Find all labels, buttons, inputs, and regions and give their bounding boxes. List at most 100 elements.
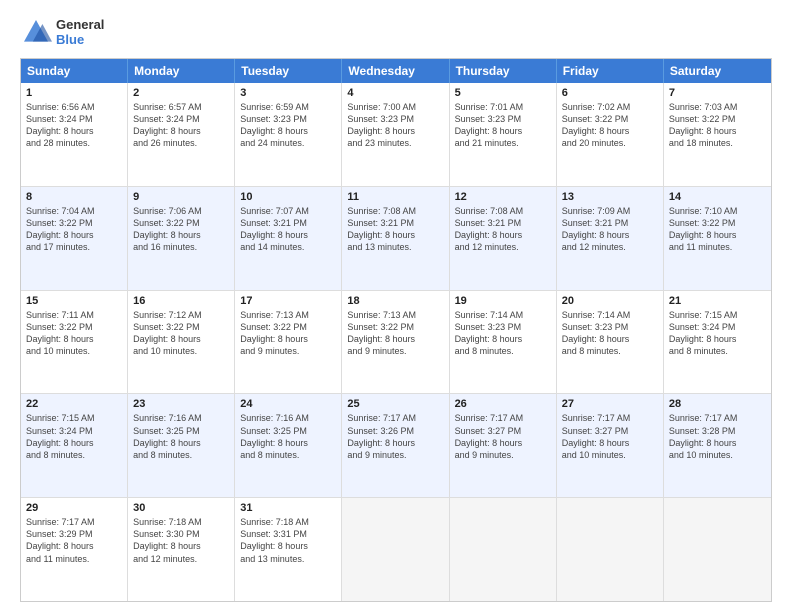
empty-cell [450,498,557,601]
cell-line: Sunset: 3:31 PM [240,528,336,540]
cell-line: and 9 minutes. [347,449,443,461]
cell-line: Sunrise: 7:17 AM [455,412,551,424]
cell-line: Sunrise: 7:11 AM [26,309,122,321]
cell-line: Daylight: 8 hours [133,333,229,345]
day-cell-13: 13Sunrise: 7:09 AMSunset: 3:21 PMDayligh… [557,187,664,290]
day-cell-19: 19Sunrise: 7:14 AMSunset: 3:23 PMDayligh… [450,291,557,394]
logo: General Blue [20,16,104,48]
header-day-friday: Friday [557,59,664,83]
cell-line: Sunset: 3:22 PM [133,321,229,333]
cell-line: Sunset: 3:25 PM [133,425,229,437]
cell-line: Daylight: 8 hours [26,540,122,552]
cell-line: Daylight: 8 hours [562,125,658,137]
calendar-row-1: 1Sunrise: 6:56 AMSunset: 3:24 PMDaylight… [21,83,771,187]
cell-line: Sunset: 3:27 PM [562,425,658,437]
cell-line: Sunrise: 7:17 AM [562,412,658,424]
day-number: 2 [133,87,229,99]
cell-line: Daylight: 8 hours [133,540,229,552]
day-cell-16: 16Sunrise: 7:12 AMSunset: 3:22 PMDayligh… [128,291,235,394]
calendar-row-2: 8Sunrise: 7:04 AMSunset: 3:22 PMDaylight… [21,187,771,291]
day-number: 4 [347,87,443,99]
cell-line: Sunset: 3:27 PM [455,425,551,437]
cell-line: Daylight: 8 hours [240,540,336,552]
cell-line: Sunset: 3:21 PM [455,217,551,229]
cell-line: Sunrise: 7:16 AM [240,412,336,424]
calendar-body: 1Sunrise: 6:56 AMSunset: 3:24 PMDaylight… [21,83,771,601]
cell-line: Sunrise: 7:16 AM [133,412,229,424]
day-cell-27: 27 Sunrise: 7:17 AMSunset: 3:27 PMDayligh… [557,394,664,497]
cell-line: and 17 minutes. [26,241,122,253]
cell-line: Daylight: 8 hours [26,437,122,449]
cell-line: Sunset: 3:24 PM [26,425,122,437]
header-day-thursday: Thursday [450,59,557,83]
cell-line: Sunrise: 7:13 AM [240,309,336,321]
cell-line: Daylight: 8 hours [26,333,122,345]
day-cell-21: 21Sunrise: 7:15 AMSunset: 3:24 PMDayligh… [664,291,771,394]
day-number: 8 [26,191,122,203]
day-number: 30 [133,502,229,514]
cell-line: Sunrise: 7:07 AM [240,205,336,217]
cell-line: Sunset: 3:30 PM [133,528,229,540]
page: General Blue SundayMondayTuesdayWednesda… [0,0,792,612]
cell-line: Daylight: 8 hours [669,333,766,345]
cell-line: and 10 minutes. [133,345,229,357]
cell-line: Sunrise: 7:04 AM [26,205,122,217]
cell-line: Daylight: 8 hours [455,125,551,137]
day-cell-18: 18Sunrise: 7:13 AMSunset: 3:22 PMDayligh… [342,291,449,394]
cell-line: Sunset: 3:21 PM [240,217,336,229]
day-number: 1 [26,87,122,99]
day-cell-23: 23Sunrise: 7:16 AMSunset: 3:25 PMDayligh… [128,394,235,497]
day-cell-30: 30 Sunrise: 7:18 AMSunset: 3:30 PMDayligh… [128,498,235,601]
cell-line: Daylight: 8 hours [562,333,658,345]
day-cell-31: 31Sunrise: 7:18 AMSunset: 3:31 PMDayligh… [235,498,342,601]
cell-line: Sunset: 3:22 PM [347,321,443,333]
cell-line: and 11 minutes. [669,241,766,253]
day-cell-7: 7Sunrise: 7:03 AMSunset: 3:22 PMDaylight… [664,83,771,186]
cell-line: Daylight: 8 hours [347,229,443,241]
cell-line: Sunrise: 7:01 AM [455,101,551,113]
day-number: 20 [562,295,658,307]
cell-line: Sunset: 3:23 PM [455,321,551,333]
cell-line: Sunset: 3:26 PM [347,425,443,437]
day-number: 24 [240,398,336,410]
day-cell-20: 20Sunrise: 7:14 AMSunset: 3:23 PMDayligh… [557,291,664,394]
day-number: 31 [240,502,336,514]
cell-line: Sunset: 3:23 PM [240,113,336,125]
cell-line: Sunrise: 7:17 AM [26,516,122,528]
cell-line: Sunset: 3:22 PM [669,217,766,229]
day-cell-5: 5Sunrise: 7:01 AMSunset: 3:23 PMDaylight… [450,83,557,186]
day-cell-2: 2Sunrise: 6:57 AMSunset: 3:24 PMDaylight… [128,83,235,186]
cell-line: Daylight: 8 hours [133,229,229,241]
cell-line: Sunset: 3:24 PM [26,113,122,125]
cell-line: Sunset: 3:22 PM [240,321,336,333]
cell-line: Sunrise: 7:09 AM [562,205,658,217]
day-number: 21 [669,295,766,307]
cell-line: Sunset: 3:25 PM [240,425,336,437]
cell-line: and 8 minutes. [455,345,551,357]
cell-line: Sunrise: 7:08 AM [455,205,551,217]
cell-line: Sunset: 3:23 PM [455,113,551,125]
cell-line: Daylight: 8 hours [669,229,766,241]
cell-line: Daylight: 8 hours [562,437,658,449]
day-number: 27 [562,398,658,410]
cell-line: and 9 minutes. [455,449,551,461]
cell-line: and 8 minutes. [26,449,122,461]
cell-line: Daylight: 8 hours [562,229,658,241]
day-cell-29: 29Sunrise: 7:17 AMSunset: 3:29 PMDayligh… [21,498,128,601]
day-number: 25 [347,398,443,410]
cell-line: and 11 minutes. [26,553,122,565]
cell-line: Daylight: 8 hours [669,125,766,137]
day-cell-15: 15Sunrise: 7:11 AMSunset: 3:22 PMDayligh… [21,291,128,394]
cell-line: Daylight: 8 hours [133,125,229,137]
cell-line: and 12 minutes. [455,241,551,253]
header-day-monday: Monday [128,59,235,83]
cell-line: Sunrise: 7:14 AM [455,309,551,321]
empty-cell [342,498,449,601]
cell-line: and 8 minutes. [240,449,336,461]
day-cell-6: 6Sunrise: 7:02 AMSunset: 3:22 PMDaylight… [557,83,664,186]
calendar-row-5: 29Sunrise: 7:17 AMSunset: 3:29 PMDayligh… [21,498,771,601]
cell-line: Sunrise: 7:18 AM [133,516,229,528]
calendar: SundayMondayTuesdayWednesdayThursdayFrid… [20,58,772,602]
cell-line: Sunrise: 7:13 AM [347,309,443,321]
day-cell-22: 22Sunrise: 7:15 AMSunset: 3:24 PMDayligh… [21,394,128,497]
